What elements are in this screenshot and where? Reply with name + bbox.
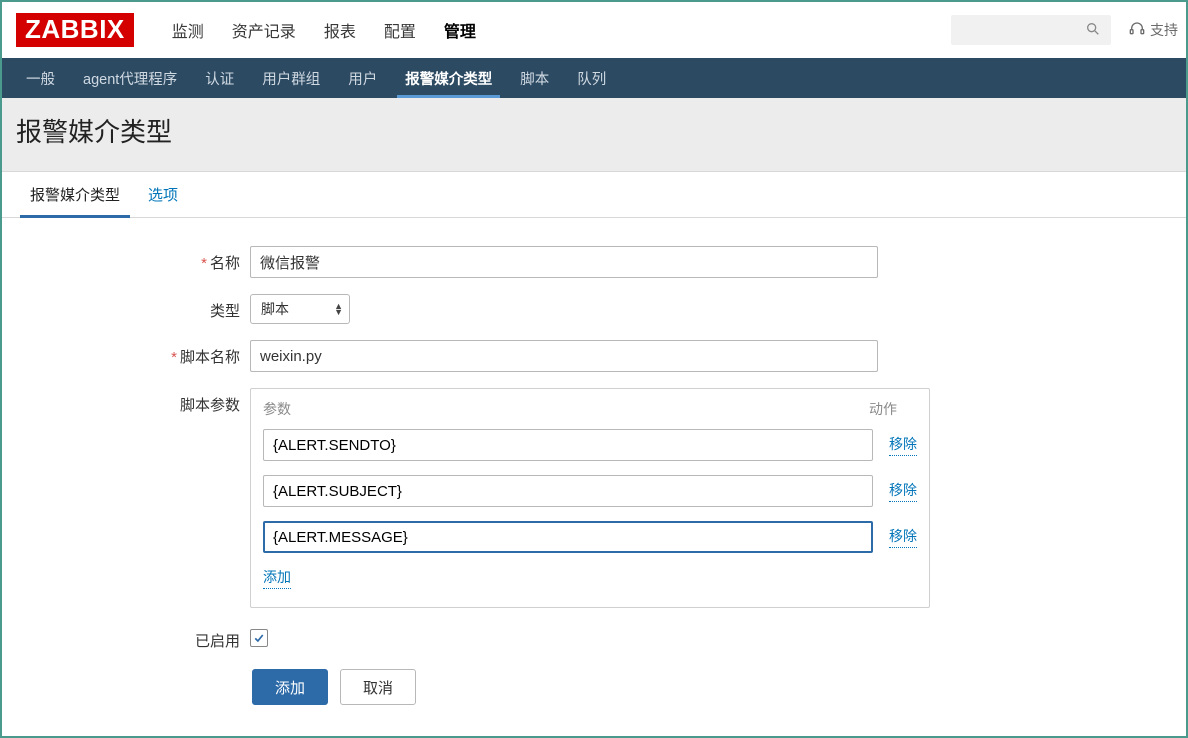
param-input-2[interactable]: [263, 521, 873, 553]
subnav-scripts[interactable]: 脚本: [506, 58, 563, 98]
nav-configuration[interactable]: 配置: [370, 2, 430, 58]
param-remove-link[interactable]: 移除: [889, 480, 917, 502]
form-buttons: 添加 取消: [252, 669, 1186, 705]
support-label: 支持: [1150, 20, 1178, 40]
search-input[interactable]: [951, 15, 1111, 45]
nav-reports[interactable]: 报表: [310, 2, 370, 58]
page-heading: 报警媒介类型: [2, 98, 1186, 172]
form-tabs: 报警媒介类型 选项: [2, 172, 1186, 218]
form-area: *名称 类型 脚本 ▲▼ *脚本名称: [2, 218, 1186, 725]
sub-nav: 一般 agent代理程序 认证 用户群组 用户 报警媒介类型 脚本 队列: [2, 58, 1186, 98]
tab-options[interactable]: 选项: [134, 172, 192, 217]
submit-button[interactable]: 添加: [252, 669, 328, 705]
script-name-label: *脚本名称: [2, 340, 250, 367]
param-remove-link[interactable]: 移除: [889, 434, 917, 456]
type-label: 类型: [2, 294, 250, 321]
subnav-proxies[interactable]: agent代理程序: [69, 58, 191, 98]
param-row: 移除: [263, 429, 917, 461]
subnav-users[interactable]: 用户: [334, 58, 391, 98]
add-param-link[interactable]: 添加: [263, 567, 291, 589]
type-select[interactable]: 脚本 ▲▼: [250, 294, 350, 324]
support-link[interactable]: 支持: [1129, 20, 1178, 40]
nav-inventory[interactable]: 资产记录: [218, 2, 310, 58]
zabbix-logo[interactable]: ZABBIX: [16, 13, 134, 47]
param-input-0[interactable]: [263, 429, 873, 461]
chevron-updown-icon: ▲▼: [334, 303, 343, 315]
subnav-general[interactable]: 一般: [12, 58, 69, 98]
name-input[interactable]: [250, 246, 878, 278]
top-right: 支持: [951, 15, 1178, 45]
tab-media-type[interactable]: 报警媒介类型: [16, 172, 134, 217]
enabled-label: 已启用: [2, 624, 250, 651]
top-bar: ZABBIX 监测 资产记录 报表 配置 管理 支持: [2, 2, 1186, 58]
top-nav: 监测 资产记录 报表 配置 管理: [158, 2, 951, 58]
subnav-user-groups[interactable]: 用户群组: [248, 58, 334, 98]
params-header-param: 参数: [263, 399, 869, 419]
param-row: 移除: [263, 475, 917, 507]
param-remove-link[interactable]: 移除: [889, 526, 917, 548]
params-header-action: 动作: [869, 399, 917, 419]
type-selected-value: 脚本: [261, 299, 289, 319]
page-title: 报警媒介类型: [16, 112, 1172, 149]
nav-monitoring[interactable]: 监测: [158, 2, 218, 58]
script-params-label: 脚本参数: [2, 388, 250, 415]
subnav-auth[interactable]: 认证: [191, 58, 248, 98]
subnav-media-types[interactable]: 报警媒介类型: [391, 58, 506, 98]
script-name-input[interactable]: [250, 340, 878, 372]
param-input-1[interactable]: [263, 475, 873, 507]
search-icon: [1085, 21, 1101, 40]
script-params-box: 参数 动作 移除 移除 移除: [250, 388, 930, 608]
enabled-checkbox[interactable]: [250, 629, 268, 647]
name-label: *名称: [2, 246, 250, 273]
cancel-button[interactable]: 取消: [340, 669, 416, 705]
subnav-queue[interactable]: 队列: [563, 58, 620, 98]
required-indicator: *: [171, 349, 177, 366]
required-indicator: *: [201, 255, 207, 272]
nav-administration[interactable]: 管理: [430, 2, 490, 58]
headset-icon: [1129, 21, 1145, 40]
param-row: 移除: [263, 521, 917, 553]
